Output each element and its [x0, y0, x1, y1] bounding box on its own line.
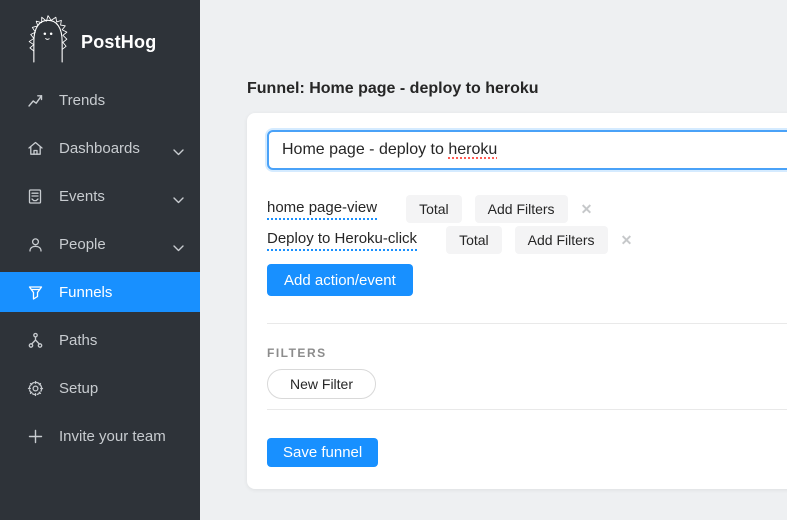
aggregation-button[interactable]: Total: [406, 195, 462, 223]
fork-icon: [26, 331, 44, 349]
sidebar-item-label: Trends: [59, 92, 105, 109]
posthog-mascot-icon: [26, 12, 70, 73]
sidebar-item-dashboards[interactable]: Dashboards: [0, 128, 200, 168]
sidebar-item-people[interactable]: People: [0, 224, 200, 264]
chevron-down-icon: [173, 239, 184, 256]
add-filters-button[interactable]: Add Filters: [515, 226, 608, 254]
sidebar-item-trends[interactable]: Trends: [0, 80, 200, 120]
funnel-step-row: home page-view Total Add Filters ✕: [267, 195, 787, 223]
plus-icon: [26, 427, 44, 445]
funnel-editor-card: Home page - deploy to heroku home page-v…: [247, 113, 787, 489]
sidebar-item-label: Dashboards: [59, 140, 140, 157]
main-content: Funnel: Home page - deploy to heroku Hom…: [200, 0, 787, 520]
sidebar-item-events[interactable]: Events: [0, 176, 200, 216]
funnel-name-misspelled-text: heroku: [448, 141, 497, 159]
home-icon: [26, 139, 44, 157]
sidebar-item-paths[interactable]: Paths: [0, 320, 200, 360]
add-action-event-button[interactable]: Add action/event: [267, 264, 413, 296]
new-filter-button[interactable]: New Filter: [267, 369, 376, 399]
funnel-icon: [26, 283, 44, 301]
app-logo[interactable]: PostHog: [0, 0, 200, 73]
sidebar: PostHog Trends: [0, 0, 200, 520]
app-name: PostHog: [81, 32, 156, 53]
person-icon: [26, 235, 44, 253]
section-divider: [267, 409, 787, 410]
action-select-label[interactable]: Deploy to Heroku-click: [267, 229, 417, 251]
sidebar-item-invite-your-team[interactable]: Invite your team: [0, 416, 200, 456]
sidebar-item-funnels[interactable]: Funnels: [0, 272, 200, 312]
sidebar-item-label: People: [59, 236, 106, 253]
chevron-down-icon: [173, 143, 184, 160]
filters-section-heading: FILTERS: [267, 346, 787, 360]
trend-chart-icon: [26, 91, 44, 109]
save-funnel-button[interactable]: Save funnel: [267, 438, 378, 467]
aggregation-button[interactable]: Total: [446, 226, 502, 254]
sidebar-item-label: Invite your team: [59, 428, 166, 445]
sidebar-item-label: Events: [59, 188, 105, 205]
sidebar-item-label: Setup: [59, 380, 98, 397]
remove-step-icon[interactable]: ✕: [621, 233, 633, 247]
page-title: Funnel: Home page - deploy to heroku: [247, 78, 787, 100]
app-window: PostHog Trends: [0, 0, 787, 520]
events-list-icon: [26, 187, 44, 205]
action-select-label[interactable]: home page-view: [267, 198, 377, 220]
funnel-step-row: Deploy to Heroku-click Total Add Filters…: [267, 226, 787, 254]
gear-icon: [26, 379, 44, 397]
remove-step-icon[interactable]: ✕: [581, 202, 593, 216]
funnel-name-text: Home page - deploy to: [282, 141, 448, 159]
sidebar-menu: Trends Dashboards: [0, 73, 200, 456]
funnel-steps: home page-view Total Add Filters ✕ Deplo…: [267, 195, 787, 254]
section-divider: [267, 323, 787, 324]
sidebar-item-label: Funnels: [59, 284, 112, 301]
add-filters-button[interactable]: Add Filters: [475, 195, 568, 223]
funnel-name-input[interactable]: Home page - deploy to heroku: [267, 130, 787, 170]
chevron-down-icon: [173, 191, 184, 208]
sidebar-item-label: Paths: [59, 332, 97, 349]
sidebar-item-setup[interactable]: Setup: [0, 368, 200, 408]
